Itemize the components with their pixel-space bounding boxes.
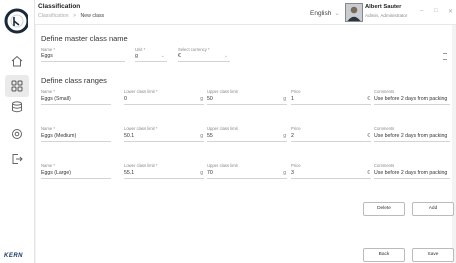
unit-suffix: g — [283, 96, 286, 102]
currency-select[interactable]: € ⌄ — [178, 52, 230, 62]
range-name-label: Name * — [41, 89, 55, 94]
user-photo-icon — [347, 6, 361, 21]
language-select[interactable]: English ⌄ — [310, 9, 340, 17]
range-name-input[interactable]: Eggs (Small) — [41, 95, 111, 105]
comments-input[interactable]: Use before 2 days from packing — [374, 169, 450, 179]
breadcrumb: Classification > New class — [38, 13, 104, 19]
comments-label: Comments — [374, 163, 395, 168]
breadcrumb-item-current: New class — [80, 13, 105, 19]
upper-limit-label: Upper class limit — [207, 126, 238, 131]
unit-suffix: g — [283, 133, 286, 139]
upper-limit-input[interactable]: 70 g — [207, 169, 287, 179]
grid-icon — [11, 80, 23, 92]
sidebar-item-classification[interactable] — [5, 75, 29, 97]
upper-limit-input[interactable]: 50 g — [207, 95, 287, 105]
range-name-label: Name * — [41, 163, 55, 168]
breadcrumb-separator: > — [73, 13, 77, 19]
close-button[interactable]: ✕ — [448, 8, 453, 15]
lower-limit-value: 50.1 — [124, 133, 135, 139]
ranges-section-title: Define class ranges — [41, 76, 107, 85]
sidebar: KERN — [0, 0, 35, 263]
add-button[interactable]: Add — [412, 202, 454, 216]
unit-suffix: g — [283, 170, 286, 176]
chevron-down-icon: ⌄ — [160, 53, 165, 59]
lower-limit-label: Lower class limit * — [124, 163, 158, 168]
user-name: Albert Sauter — [365, 4, 402, 10]
chevron-down-icon: ⌄ — [334, 10, 340, 17]
unit-select[interactable]: g ⌄ — [135, 52, 167, 62]
upper-limit-label: Upper class limit — [207, 89, 238, 94]
price-input[interactable]: 1 € — [291, 95, 371, 105]
currency-suffix: € — [367, 170, 370, 176]
scroll-handle-icon[interactable] — [443, 53, 447, 60]
lower-limit-label: Lower class limit * — [124, 126, 158, 131]
upper-limit-value: 50 — [207, 96, 213, 102]
price-label: Price — [291, 163, 301, 168]
chevron-down-icon: ⌄ — [223, 53, 228, 59]
price-value: 2 — [291, 133, 294, 139]
avatar[interactable] — [345, 3, 363, 22]
unit-suffix: g — [200, 170, 203, 176]
currency-suffix: € — [367, 96, 370, 102]
app-logo-icon — [4, 8, 28, 34]
range-name-label: Name * — [41, 126, 55, 131]
master-section-title: Define master class name — [41, 34, 128, 43]
database-icon[interactable] — [10, 100, 24, 114]
price-value: 3 — [291, 170, 294, 176]
currency-value: € — [178, 53, 181, 59]
main-content: Define master class name Name * Eggs Uni… — [36, 25, 454, 263]
breadcrumb-item-classification[interactable]: Classification — [38, 13, 69, 19]
price-input[interactable]: 3 € — [291, 169, 371, 179]
minimize-button[interactable]: – — [420, 8, 423, 14]
upper-limit-value: 55 — [207, 133, 213, 139]
unit-suffix: g — [200, 133, 203, 139]
master-name-input[interactable]: Eggs — [41, 52, 125, 62]
settings-icon[interactable] — [10, 127, 24, 141]
lower-limit-input[interactable]: 0 g — [124, 95, 204, 105]
lower-limit-value: 55.1 — [124, 170, 135, 176]
comments-label: Comments — [374, 126, 395, 131]
home-icon[interactable] — [10, 54, 24, 68]
brand-logo: KERN — [4, 253, 24, 259]
comments-input[interactable]: Use before 2 days from packing — [374, 95, 450, 105]
comments-label: Comments — [374, 89, 395, 94]
lower-limit-label: Lower class limit * — [124, 89, 158, 94]
lower-limit-input[interactable]: 50.1 g — [124, 132, 204, 142]
save-button[interactable]: Save — [412, 248, 454, 262]
unit-value: g — [135, 53, 138, 59]
language-value: English — [310, 10, 332, 17]
delete-button[interactable]: Delete — [363, 202, 405, 216]
lower-limit-input[interactable]: 55.1 g — [124, 169, 204, 179]
unit-suffix: g — [200, 96, 203, 102]
price-label: Price — [291, 89, 301, 94]
price-label: Price — [291, 126, 301, 131]
logout-icon[interactable] — [10, 152, 24, 166]
maximize-button[interactable]: □ — [434, 8, 438, 14]
user-role: Admin, Administrator — [365, 13, 408, 18]
lower-limit-value: 0 — [124, 96, 127, 102]
range-name-input[interactable]: Eggs (Large) — [41, 169, 111, 179]
upper-limit-input[interactable]: 55 g — [207, 132, 287, 142]
upper-limit-value: 70 — [207, 170, 213, 176]
price-value: 1 — [291, 96, 294, 102]
range-name-input[interactable]: Eggs (Medium) — [41, 132, 111, 142]
upper-limit-label: Upper class limit — [207, 163, 238, 168]
currency-suffix: € — [367, 133, 370, 139]
price-input[interactable]: 2 € — [291, 132, 371, 142]
back-button[interactable]: Back — [363, 248, 405, 262]
comments-input[interactable]: Use before 2 days from packing — [374, 132, 450, 142]
header: Classification Classification > New clas… — [35, 0, 456, 25]
page-title: Classification — [38, 3, 81, 10]
